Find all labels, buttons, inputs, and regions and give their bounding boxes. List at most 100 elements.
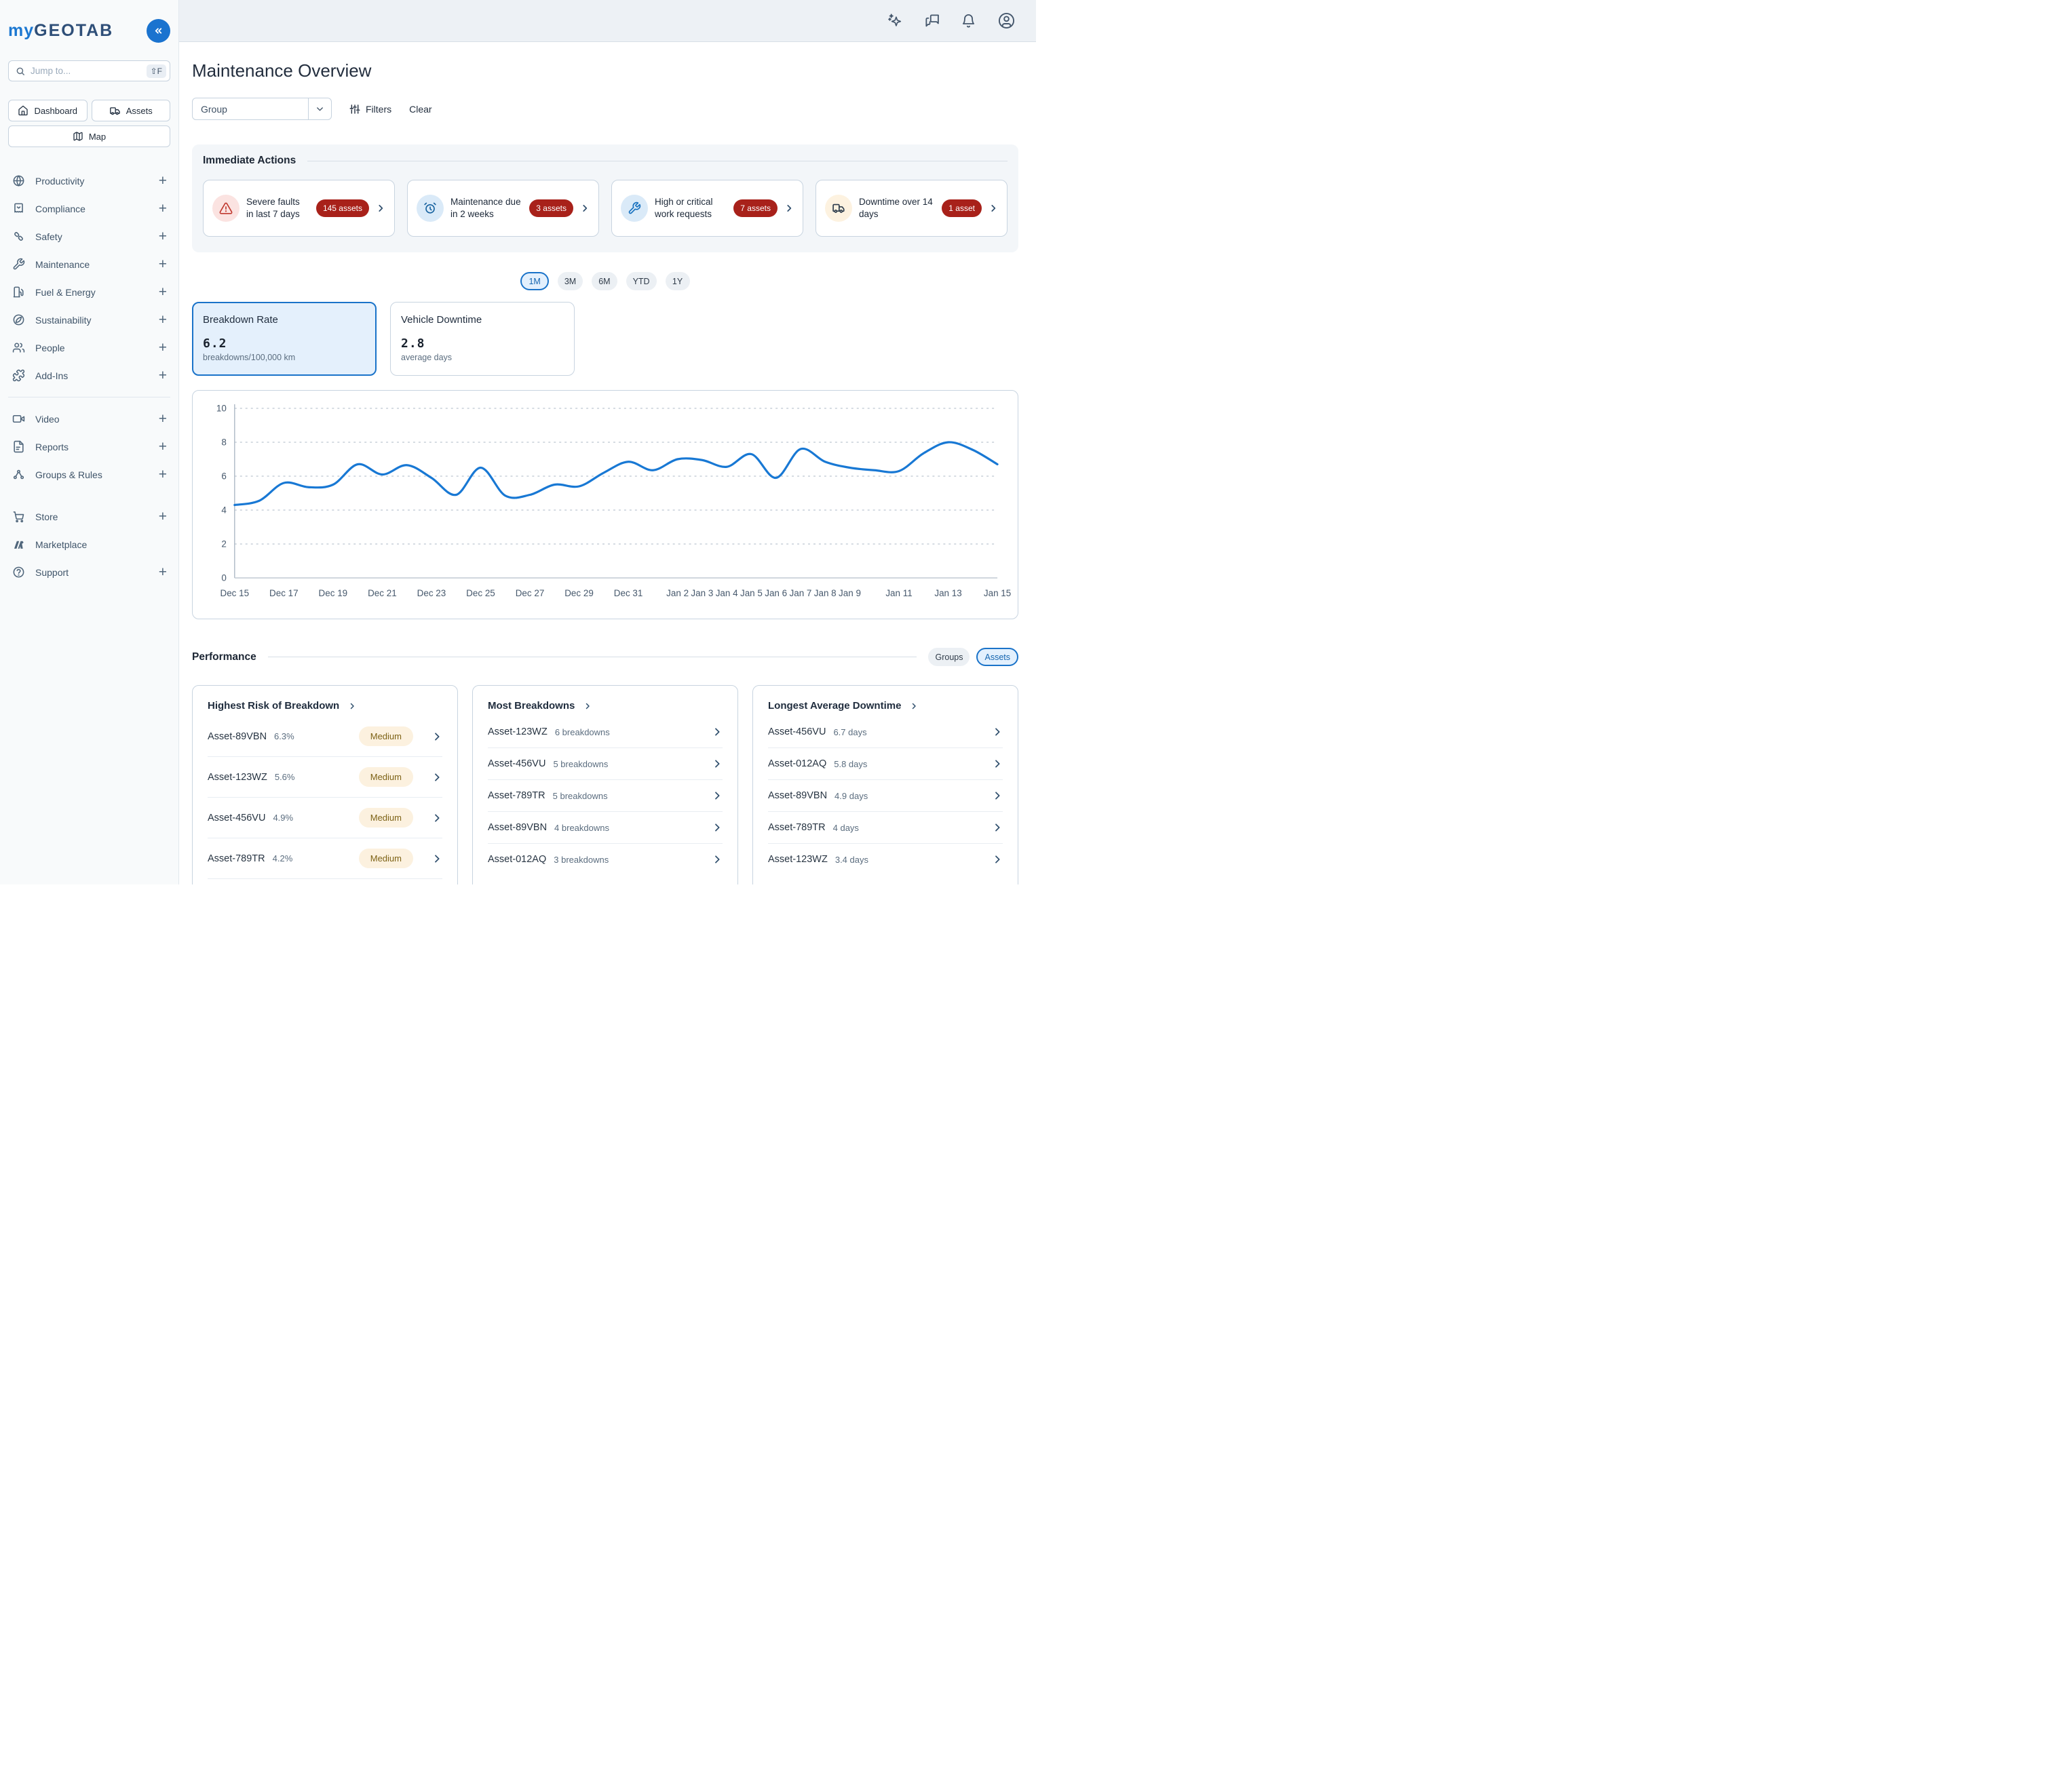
svg-text:8: 8 [221, 437, 226, 447]
logo-prefix: my [8, 21, 34, 40]
svg-text:Jan 9: Jan 9 [839, 588, 861, 598]
asset-row[interactable]: Asset-789TR 4.2% Medium [208, 838, 442, 879]
asset-metric: 5 breakdowns [553, 791, 608, 801]
asset-name: Asset-789TR [488, 790, 545, 801]
expand-plus-icon[interactable]: + [159, 565, 167, 579]
sidebar-item-label: Store [35, 511, 149, 522]
map-button-label: Map [89, 132, 106, 142]
sidebar-item-video[interactable]: Video + [8, 405, 170, 433]
group-filter-select[interactable]: Group [192, 98, 332, 120]
search-placeholder: Jump to... [31, 66, 141, 76]
asset-metric: 6.3% [274, 731, 294, 741]
asset-row[interactable]: Asset-456VU 4.9% Medium [208, 798, 442, 838]
time-range-1m[interactable]: 1M [520, 272, 548, 290]
dashboard-button[interactable]: Dashboard [8, 100, 88, 121]
asset-row[interactable]: Asset-789TR 5 breakdowns [488, 780, 723, 812]
asset-name: Asset-89VBN [488, 822, 547, 833]
main-area: Maintenance Overview Group Filters Clear [179, 0, 1036, 885]
asset-row[interactable]: Asset-456VU 6.7 days [768, 716, 1003, 748]
action-card-work-requests[interactable]: High or critical work requests 7 assets [611, 180, 803, 237]
performance-toggle-assets[interactable]: Assets [976, 648, 1018, 666]
action-card-downtime[interactable]: Downtime over 14 days 1 asset [816, 180, 1008, 237]
sidebar-item-label: People [35, 343, 149, 353]
video-camera-icon [12, 412, 25, 425]
filters-button-label: Filters [366, 104, 391, 115]
longest-downtime-card-header[interactable]: Longest Average Downtime [768, 700, 1003, 712]
sidebar-item-marketplace[interactable]: Marketplace [8, 530, 170, 558]
action-card-maintenance-due[interactable]: Maintenance due in 2 weeks 3 assets [407, 180, 599, 237]
asset-row[interactable]: Asset-012AQ 3.5% Medium [208, 879, 442, 885]
expand-plus-icon[interactable]: + [159, 174, 167, 188]
expand-plus-icon[interactable]: + [159, 285, 167, 299]
sidebar-item-groups-rules[interactable]: Groups & Rules + [8, 461, 170, 488]
asset-row[interactable]: Asset-123WZ 3.4 days [768, 844, 1003, 875]
filters-button[interactable]: Filters [349, 104, 391, 115]
sidebar-item-compliance[interactable]: Compliance + [8, 195, 170, 222]
asset-row[interactable]: Asset-789TR 4 days [768, 812, 1003, 844]
asset-metric: 3.4 days [835, 855, 868, 865]
most-breakdowns-card-header[interactable]: Most Breakdowns [488, 700, 723, 712]
clear-filters-button[interactable]: Clear [409, 104, 431, 115]
time-range-1y[interactable]: 1Y [666, 272, 690, 290]
kpi-card-vehicle-downtime[interactable]: Vehicle Downtime 2.8 average days [390, 302, 575, 376]
sidebar-item-maintenance[interactable]: Maintenance + [8, 250, 170, 278]
sidebar-item-support[interactable]: Support + [8, 558, 170, 586]
time-range-ytd[interactable]: YTD [626, 272, 657, 290]
sidebar-collapse-button[interactable] [147, 19, 170, 43]
assets-button[interactable]: Assets [92, 100, 171, 121]
time-range-3m[interactable]: 3M [558, 272, 583, 290]
asset-row[interactable]: Asset-89VBN 4.9 days [768, 780, 1003, 812]
asset-row[interactable]: Asset-012AQ 3 breakdowns [488, 844, 723, 875]
expand-plus-icon[interactable]: + [159, 368, 167, 383]
time-range-6m[interactable]: 6M [592, 272, 617, 290]
asset-row[interactable]: Asset-123WZ 5.6% Medium [208, 757, 442, 798]
expand-plus-icon[interactable]: + [159, 201, 167, 216]
sidebar-item-productivity[interactable]: Productivity + [8, 167, 170, 195]
clear-button-label: Clear [409, 104, 431, 115]
breakdown-rate-line-chart: 0246810Dec 15Dec 17Dec 19Dec 21Dec 23Dec… [192, 390, 1018, 619]
expand-plus-icon[interactable]: + [159, 440, 167, 454]
asset-count-badge: 1 asset [942, 199, 982, 217]
sidebar-item-add-ins[interactable]: Add-Ins + [8, 362, 170, 389]
sidebar-item-store[interactable]: Store + [8, 503, 170, 530]
action-card-severe-faults[interactable]: Severe faults in last 7 days 145 assets [203, 180, 395, 237]
expand-plus-icon[interactable]: + [159, 412, 167, 426]
jump-to-search-input[interactable]: Jump to... ⇧F [8, 60, 170, 81]
svg-text:Dec 31: Dec 31 [614, 588, 643, 598]
highest-risk-card-header[interactable]: Highest Risk of Breakdown [208, 700, 442, 712]
sidebar-item-safety[interactable]: Safety + [8, 222, 170, 250]
sidebar-item-fuel-energy[interactable]: Fuel & Energy + [8, 278, 170, 306]
asset-metric: 6 breakdowns [555, 727, 610, 737]
performance-toggle-groups[interactable]: Groups [928, 648, 970, 666]
kpi-card-breakdown-rate[interactable]: Breakdown Rate 6.2 breakdowns/100,000 km [192, 302, 377, 376]
asset-row[interactable]: Asset-89VBN 4 breakdowns [488, 812, 723, 844]
expand-plus-icon[interactable]: + [159, 509, 167, 524]
asset-row[interactable]: Asset-456VU 5 breakdowns [488, 748, 723, 780]
svg-text:Dec 27: Dec 27 [516, 588, 545, 598]
kpi-value: 2.8 [401, 336, 564, 351]
kpi-title: Vehicle Downtime [401, 314, 564, 326]
expand-plus-icon[interactable]: + [159, 257, 167, 271]
expand-plus-icon[interactable]: + [159, 229, 167, 244]
notifications-bell-icon[interactable] [961, 13, 976, 28]
expand-plus-icon[interactable]: + [159, 467, 167, 482]
most-breakdowns-card: Most Breakdowns Asset-123WZ 6 breakdowns… [472, 685, 738, 885]
svg-text:Dec 21: Dec 21 [368, 588, 397, 598]
sidebar-item-sustainability[interactable]: Sustainability + [8, 306, 170, 334]
search-shortcut-badge: ⇧F [147, 64, 166, 78]
svg-text:Jan 5: Jan 5 [740, 588, 763, 598]
sidebar-item-people[interactable]: People + [8, 334, 170, 362]
user-avatar-icon[interactable] [997, 12, 1016, 30]
expand-plus-icon[interactable]: + [159, 313, 167, 327]
ai-sparkles-icon[interactable] [887, 13, 903, 28]
svg-text:0: 0 [221, 572, 226, 583]
map-button[interactable]: Map [8, 125, 170, 147]
asset-name: Asset-89VBN [208, 731, 267, 742]
expand-plus-icon[interactable]: + [159, 341, 167, 355]
asset-row[interactable]: Asset-123WZ 6 breakdowns [488, 716, 723, 748]
chat-messages-icon[interactable] [924, 13, 940, 28]
asset-row[interactable]: Asset-89VBN 6.3% Medium [208, 716, 442, 757]
top-bar [179, 0, 1036, 42]
sidebar-item-reports[interactable]: Reports + [8, 433, 170, 461]
asset-row[interactable]: Asset-012AQ 5.8 days [768, 748, 1003, 780]
